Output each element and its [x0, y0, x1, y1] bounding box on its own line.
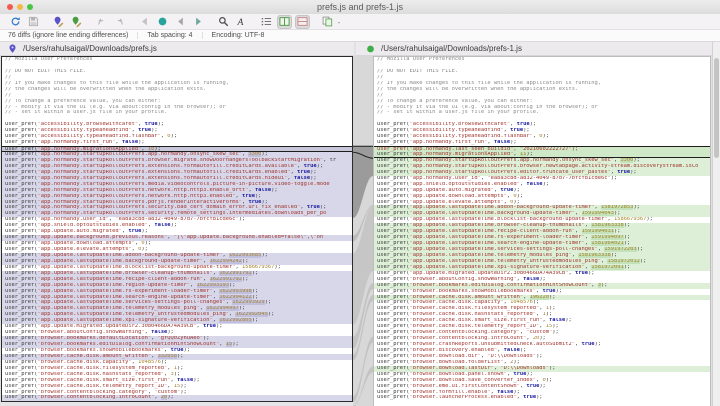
- layout-side-by-side-icon[interactable]: [277, 15, 292, 29]
- diff-count-status: 76 diffs (ignore line ending differences…: [8, 32, 138, 39]
- code-line[interactable]: user_pref("browser.launcherProcess.enabl…: [374, 395, 710, 401]
- current-diff-icon[interactable]: [155, 15, 170, 29]
- copy-changes-icon[interactable]: [320, 15, 335, 29]
- vertical-scrollbar-thumb[interactable]: [714, 58, 719, 158]
- status-bar: 76 diffs (ignore line ending differences…: [0, 30, 720, 42]
- refresh-icon[interactable]: [8, 15, 23, 29]
- encoding-status: Encoding: UTF-8: [203, 32, 274, 39]
- search-icon[interactable]: [216, 15, 231, 29]
- title-bar: prefs.js and prefs-1.js: [0, 0, 720, 15]
- left-file-pin-icon: [8, 44, 18, 54]
- code-line[interactable]: user_pref("browser.contentblocking.intro…: [2, 395, 352, 401]
- save-icon[interactable]: [26, 15, 41, 29]
- left-file-path: /Users/rahulsaigal/Downloads/prefs.js: [23, 44, 157, 53]
- right-file-status-icon: [366, 44, 376, 54]
- layout-inline-icon[interactable]: [295, 15, 310, 29]
- undo-icon[interactable]: [94, 15, 109, 29]
- diff-connector-band: [353, 206, 373, 325]
- diff-map-gutter: [353, 56, 373, 406]
- tab-spacing-status: Tab spacing: 4: [138, 32, 202, 39]
- toolbar: A: [0, 14, 720, 30]
- edit-right-file-icon[interactable]: [69, 15, 84, 29]
- window-title: prefs.js and prefs-1.js: [0, 0, 720, 14]
- horizontal-scrollbar[interactable]: [1, 402, 353, 406]
- font-icon[interactable]: A: [234, 15, 249, 29]
- left-file-header[interactable]: /Users/rahulsaigal/Downloads/prefs.js: [0, 42, 354, 56]
- previous-diff-icon[interactable]: [173, 15, 188, 29]
- line-numbers-icon[interactable]: [259, 15, 274, 29]
- right-file-pane[interactable]: // Mozilla User Preferences // DO NOT ED…: [373, 56, 711, 406]
- next-diff-icon[interactable]: [191, 15, 206, 29]
- right-file-path: /Users/rahulsaigal/Downloads/prefs-1.js: [381, 44, 522, 53]
- edit-left-file-icon[interactable]: [51, 15, 66, 29]
- vertical-scrollbar[interactable]: [712, 42, 720, 406]
- svg-text:A: A: [236, 17, 243, 27]
- redo-icon[interactable]: [112, 15, 127, 29]
- right-file-header[interactable]: /Users/rahulsaigal/Downloads/prefs-1.js: [356, 42, 712, 56]
- go-first-diff-icon[interactable]: [137, 15, 152, 29]
- dropdown-caret-icon[interactable]: [336, 15, 342, 29]
- left-file-pane[interactable]: // Mozilla User Preferences // DO NOT ED…: [1, 56, 353, 402]
